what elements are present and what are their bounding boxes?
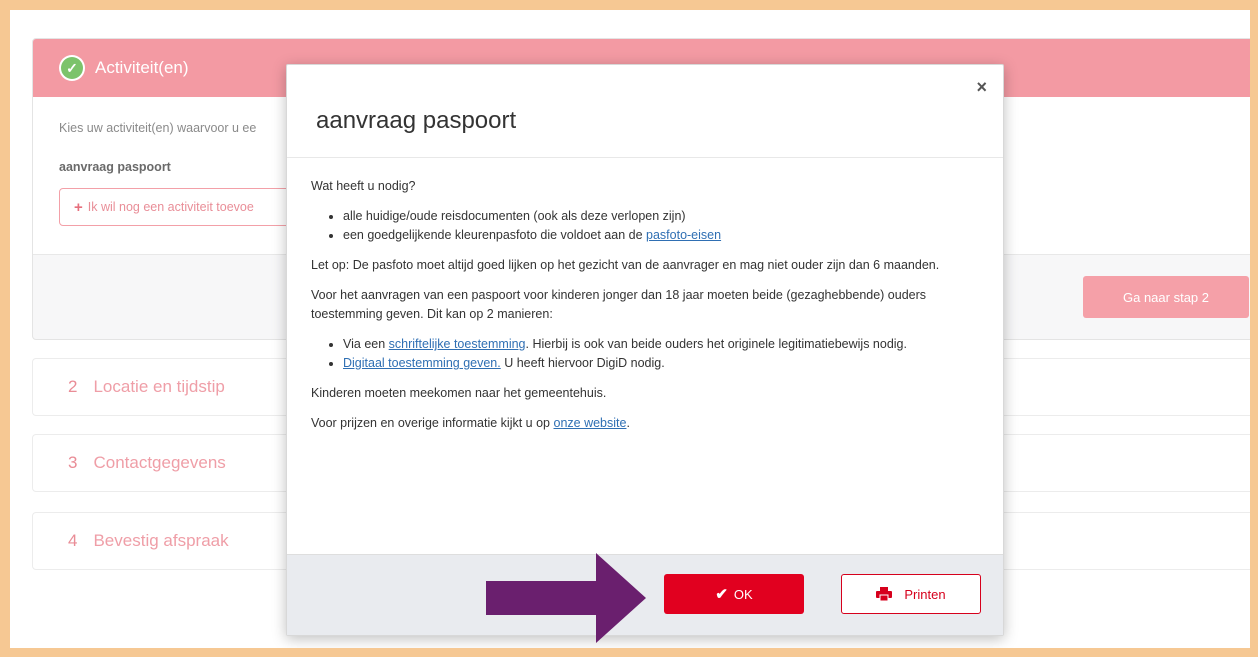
step-label: Contactgegevens <box>93 453 226 472</box>
list-item-text: . Hierbij is ook van beide ouders het or… <box>525 337 907 351</box>
next-step-button[interactable]: Ga naar stap 2 <box>1083 276 1249 318</box>
more-info-text: Voor prijzen en overige informatie kijkt… <box>311 414 974 433</box>
website-link[interactable]: onze website <box>554 416 627 430</box>
add-activity-label: Ik wil nog een activiteit toevoe <box>87 200 254 214</box>
modal-body: Wat heeft u nodig? alle huidige/oude rei… <box>287 158 1003 433</box>
info-modal: aanvraag paspoort × Wat heeft u nodig? a… <box>286 64 1004 636</box>
step-label: Bevestig afspraak <box>93 531 229 550</box>
digital-consent-link[interactable]: Digitaal toestemming geven. <box>343 356 501 370</box>
consent-options-list: Via een schriftelijke toestemming. Hierb… <box>343 335 974 373</box>
check-circle-icon: ✓ <box>59 55 85 81</box>
print-label: Printen <box>904 586 946 602</box>
step-number: 4 <box>68 531 78 550</box>
plus-icon: + <box>74 198 83 216</box>
list-item: alle huidige/oude reisdocumenten (ook al… <box>343 207 974 226</box>
add-activity-button[interactable]: + Ik wil nog een activiteit toevoe <box>59 188 299 226</box>
list-item-text: U heeft hiervoor DigiD nodig. <box>500 356 665 370</box>
more-info-post: . <box>626 416 630 430</box>
page-frame: ✓ Activiteit(en) Kies uw activiteit(en) … <box>10 10 1250 648</box>
step-1-title: Activiteit(en) <box>95 58 189 77</box>
list-item-text: een goedgelijkende kleurenpasfoto die vo… <box>343 228 647 242</box>
printer-icon <box>876 587 893 601</box>
needs-list: alle huidige/oude reisdocumenten (ook al… <box>343 207 974 245</box>
ok-label: OK <box>733 586 753 602</box>
written-consent-link[interactable]: schriftelijke toestemming <box>389 337 526 351</box>
step-label: Locatie en tijdstip <box>93 377 225 396</box>
modal-header: aanvraag paspoort × <box>287 65 1003 158</box>
list-item-text: Via een <box>343 337 389 351</box>
photo-note: Let op: De pasfoto moet altijd goed lijk… <box>311 258 940 272</box>
come-along-text: Kinderen moeten meekomen naar het gemeen… <box>311 386 607 400</box>
children-consent-text: Voor het aanvragen van een paspoort voor… <box>311 288 927 321</box>
ok-button[interactable]: ✔ OK <box>664 574 804 614</box>
modal-title: aanvraag paspoort <box>316 107 517 134</box>
list-item: Via een schriftelijke toestemming. Hierb… <box>343 335 974 354</box>
more-info-pre: Voor prijzen en overige informatie kijkt… <box>311 416 554 430</box>
print-button[interactable]: Printen <box>841 574 981 614</box>
list-item: Digitaal toestemming geven. U heeft hier… <box>343 354 974 373</box>
list-item: een goedgelijkende kleurenpasfoto die vo… <box>343 226 974 245</box>
step-number: 3 <box>68 453 78 472</box>
checkmark-icon: ✔ <box>715 586 728 603</box>
arrow-right-icon <box>486 553 646 643</box>
step-number: 2 <box>68 377 78 396</box>
needs-question: Wat heeft u nodig? <box>311 179 416 193</box>
pasfoto-eisen-link[interactable]: pasfoto-eisen <box>646 228 721 242</box>
close-icon[interactable]: × <box>976 77 987 98</box>
